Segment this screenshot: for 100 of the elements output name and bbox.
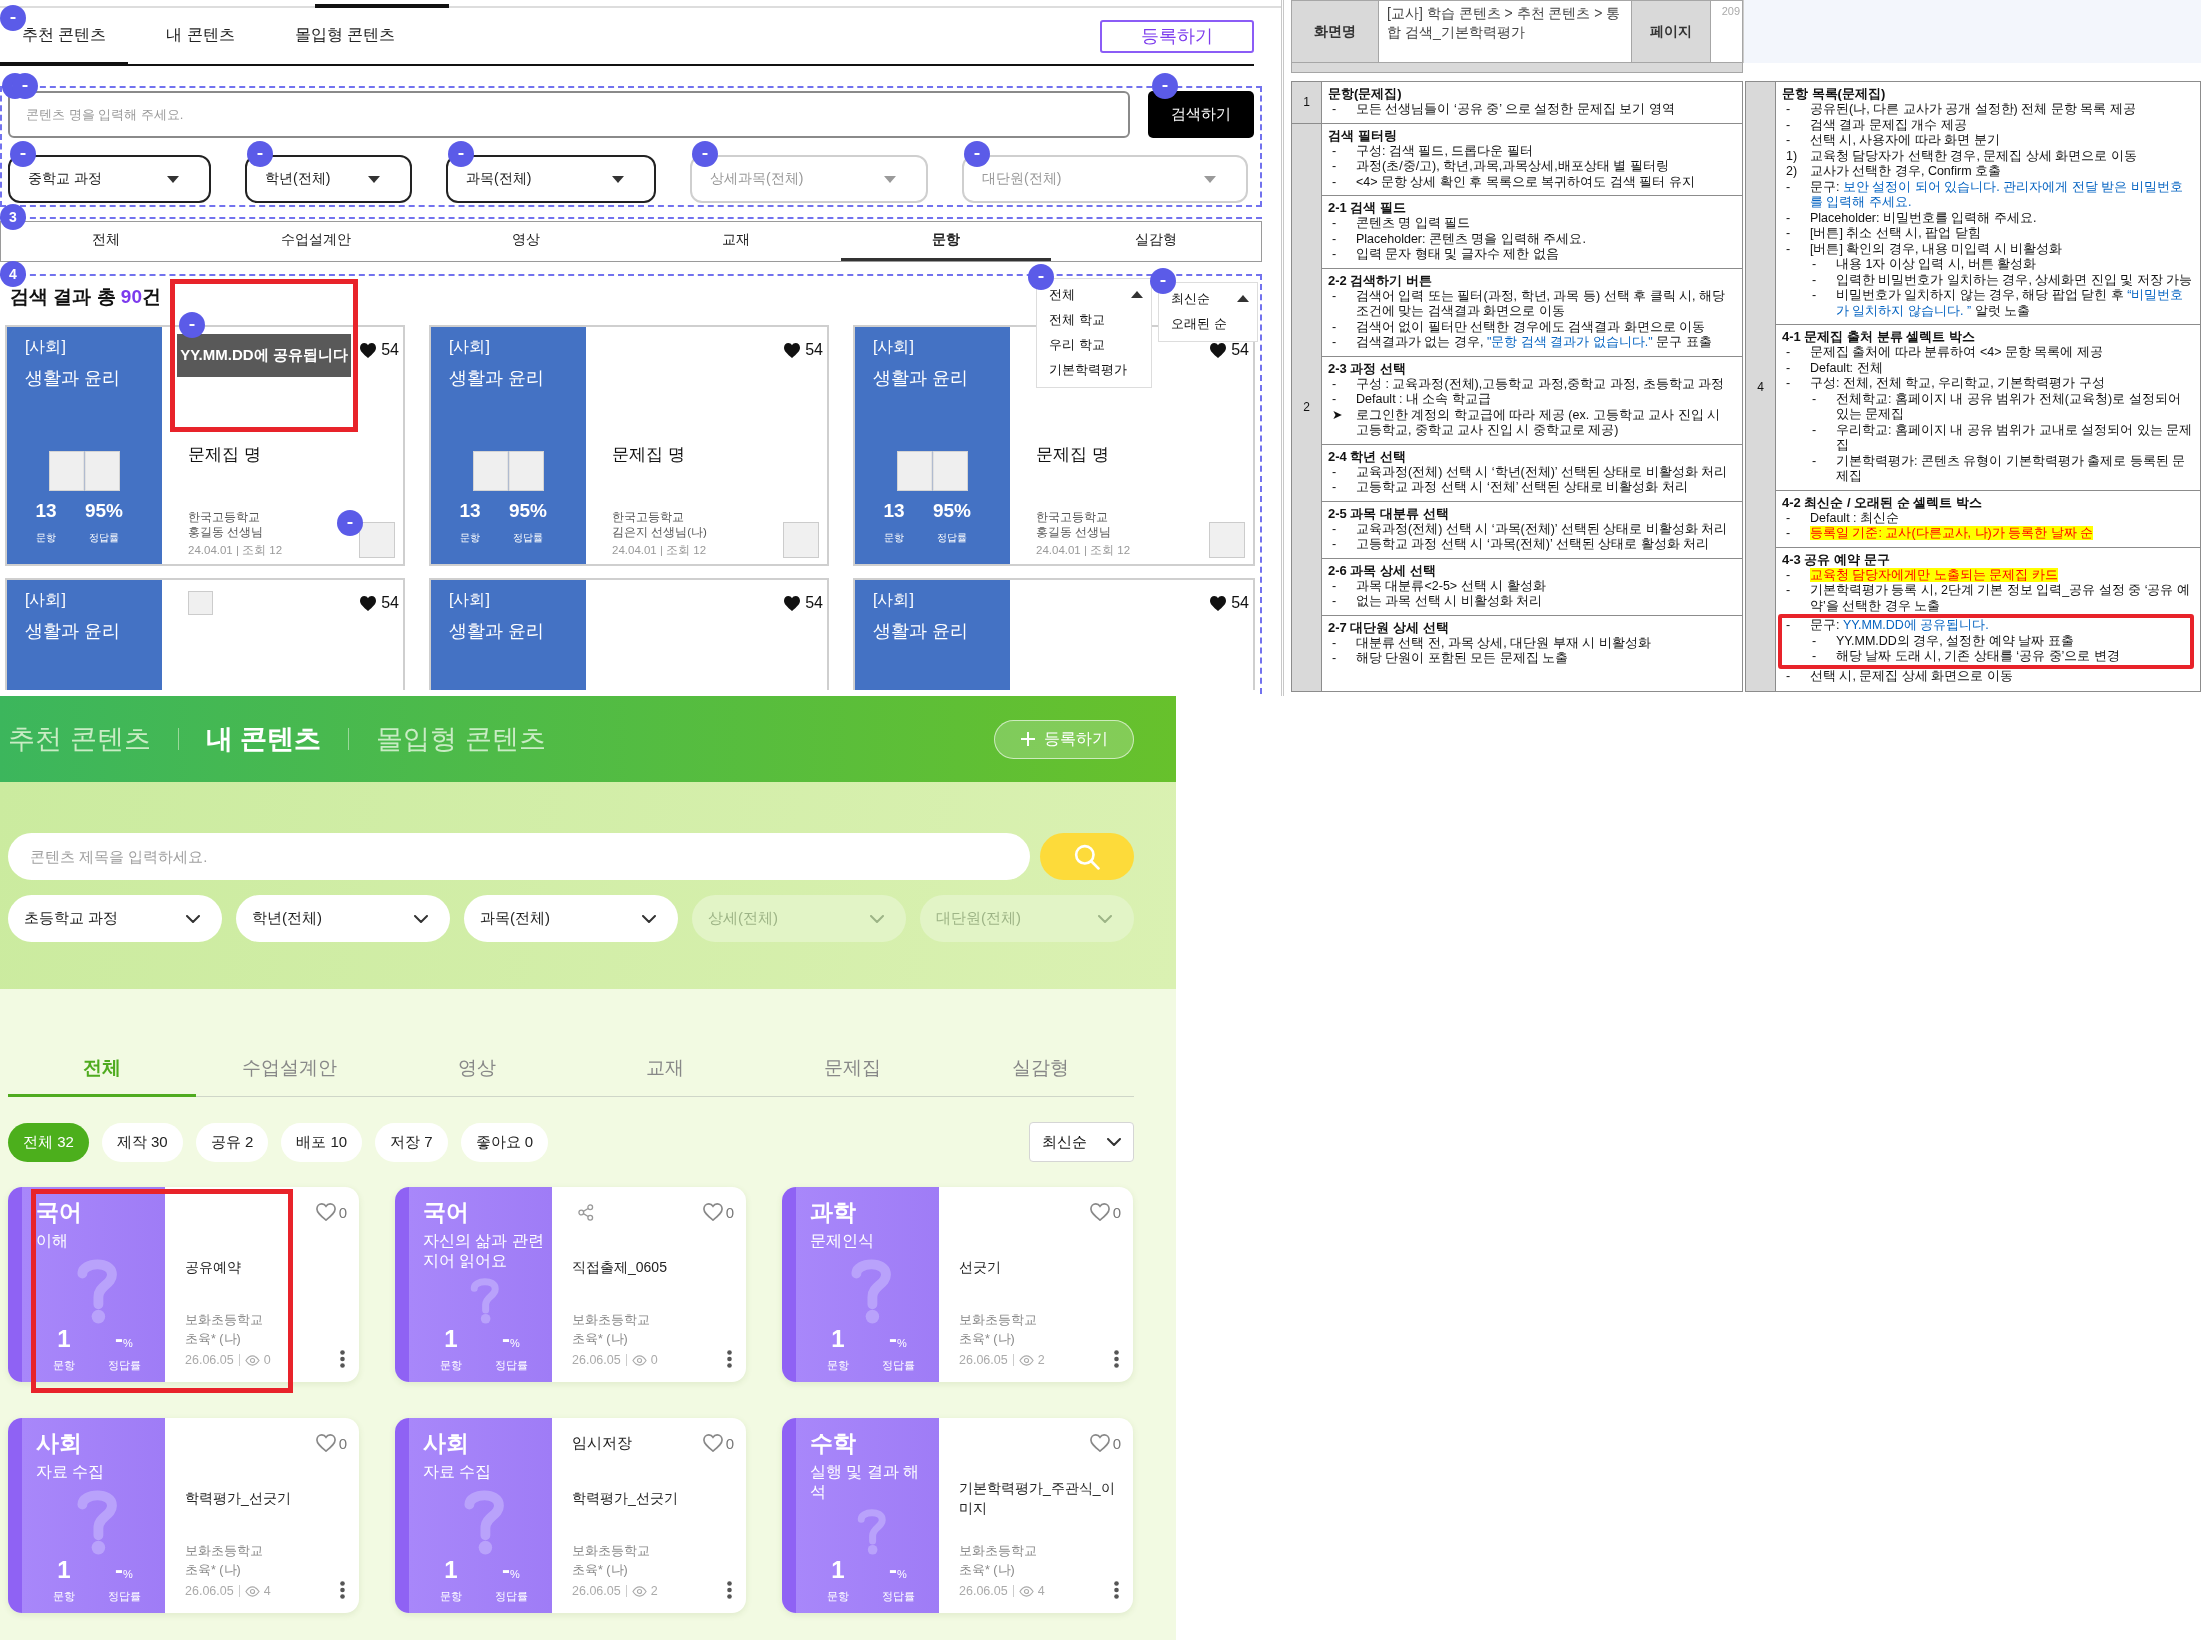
section-title: 문항 목록(문제집) — [1782, 85, 1887, 102]
list-marker: - — [1331, 480, 1338, 496]
dropdown[interactable]: 학년(전체) — [245, 155, 412, 203]
menu-item[interactable]: 기본학력평가 — [1049, 357, 1143, 382]
sort-dropdown[interactable]: 최신순 — [1029, 1122, 1134, 1162]
content-card[interactable]: 국어 자신의 삶과 관련지어 읽어요 1 -% 문항 정답률 0 직접출제_0605 보화초등학교 초육* (나) 26.06.05 0 — [395, 1187, 746, 1382]
content-card[interactable]: 사회 자료 수집 1 -% 문항 정답률 임시저장 0 학력평가_선긋기 보화초등학교 초육* (나) 26.06.05 2 — [395, 1418, 746, 1613]
share-date-tooltip: YY.MM.DD에 공유됩니다 — [177, 334, 351, 377]
dropdown[interactable]: 과목(전체) — [464, 895, 678, 942]
list-marker: 2) — [1785, 164, 1799, 180]
tab[interactable]: 내 콘텐츠 — [144, 8, 257, 66]
content-card[interactable]: 과학 문제인식 1 -% 문항 정답률 0 선긋기 보화초등학교 초육* (나) 26.06.05 2 — [782, 1187, 1133, 1382]
spec-text: YY.MM.DD의 경우, 설정한 예약 날짜 표출 — [1836, 633, 2075, 649]
plus-icon — [1020, 732, 1035, 746]
school-name: 보화초등학교 — [959, 1312, 1038, 1329]
list-marker: - — [1331, 216, 1338, 232]
list-marker: - — [1331, 247, 1338, 263]
heart-icon[interactable] — [784, 342, 801, 358]
kebab-menu-icon[interactable] — [727, 1581, 732, 1599]
unit-label: 생활과 윤리 — [873, 367, 969, 389]
content-card[interactable]: [사회] 생활과 윤리 54 — [5, 578, 405, 690]
search-field[interactable]: 콘텐츠 명을 입력해 주세요. — [8, 91, 1130, 138]
list-marker: - — [1811, 257, 1818, 273]
search-button[interactable]: 검색하기 — [1148, 91, 1254, 138]
like-count: 0 — [725, 1203, 734, 1221]
spec-text: 로그인한 계정의 학교급에 따라 제공 (ex. 고등학교 교사 진입 시 고등학교, 중학교 교사 진입 시 중학교로 제공) — [1356, 407, 1722, 439]
heart-icon[interactable] — [1210, 342, 1227, 358]
spec-text: 기본학력평가 등록 시, 2단계 기본 정보 입력_공유 설정 중 ‘공유 예약’을 선택한 경우 노출 — [1810, 583, 2191, 614]
list-marker: - — [1811, 288, 1818, 304]
search-field[interactable]: 콘텐츠 제목을 입력하세요. — [8, 833, 1030, 880]
tab[interactable]: 수업설계안 — [211, 222, 421, 261]
like-count: 0 — [338, 1434, 347, 1452]
tab[interactable]: 문항 — [841, 222, 1051, 261]
heart-icon[interactable] — [784, 595, 801, 611]
list-marker: - — [1811, 649, 1818, 665]
heart-icon[interactable] — [360, 342, 377, 358]
kebab-menu-icon[interactable] — [340, 1581, 345, 1599]
filter-chip[interactable]: 공유 2 — [195, 1122, 269, 1162]
dropdown-value[interactable]: 전체 — [1049, 282, 1143, 307]
unit-label: 생활과 윤리 — [25, 620, 121, 642]
tab[interactable]: 영상 — [421, 222, 631, 261]
content-card[interactable]: [사회] 생활과 윤리 54 — [853, 578, 1255, 690]
spec-text: 교육과정(전체) 선택 시 ‘과목(전체)’ 선택된 상태로 비활성화 처리 — [1356, 521, 1729, 537]
stat-label: 문항 — [52, 1589, 76, 1603]
question-count: 1 — [830, 1557, 846, 1585]
list-marker: - — [1331, 143, 1338, 159]
search-icon — [1074, 843, 1100, 870]
kebab-menu-icon[interactable] — [340, 1350, 345, 1368]
filter-chip[interactable]: 저장 7 — [375, 1122, 448, 1162]
subject-label: [사회] — [25, 590, 67, 610]
like-count: 54 — [805, 341, 823, 359]
tab[interactable]: 실감형 — [1051, 222, 1261, 261]
tab[interactable]: 추천 콘텐츠 — [0, 8, 129, 66]
spec-text: 검색결과가 없는 경우, "문항 검색 결과가 없습니다." 문구 표출 — [1356, 335, 1713, 351]
subject-label: [사회] — [873, 337, 915, 357]
workbook-title: 문제집 명 — [1036, 445, 1110, 465]
spec-text: 전체학교: 홈페이지 내 공유 범위가 전체(교육청)로 설정되어 있는 문제집 — [1836, 391, 2182, 423]
spec-text: [버튼] 확인의 경우, 내용 미입력 시 비활성화 — [1810, 241, 2064, 257]
register-button[interactable]: 등록하기 — [1100, 19, 1254, 53]
dropdown[interactable]: 중학교 과정 — [8, 155, 211, 203]
kebab-menu-icon[interactable] — [727, 1350, 732, 1368]
heart-icon[interactable] — [1210, 595, 1227, 611]
content-card[interactable]: 수학 실행 및 결과 해석 1 -% 문항 정답률 0 기본학력평가_주관식_이미지 보화초등학교 초육* (나) 26.06.05 4 — [782, 1418, 1133, 1613]
filter-chip[interactable]: 제작 30 — [101, 1122, 183, 1162]
filter-chip[interactable]: 배포 10 — [281, 1122, 363, 1162]
question-count: 13 — [458, 499, 482, 523]
dropdown[interactable]: 초등학교 과정 — [8, 895, 222, 942]
dropdown-value[interactable]: 최신순 — [1171, 286, 1249, 311]
dropdown[interactable]: 과목(전체) — [446, 155, 656, 203]
spec-text: Placeholder: 비밀번호를 입력해 주세요. — [1810, 210, 2038, 226]
view-count: 2 — [1037, 1352, 1045, 1369]
unit-label: 이해 — [36, 1231, 69, 1251]
share-icon[interactable] — [578, 1203, 594, 1221]
content-card[interactable]: [사회] 생활과 윤리 54 — [429, 578, 829, 690]
stat-label: 문항 — [459, 531, 481, 545]
stat-label: 정답률 — [936, 531, 968, 545]
image-placeholder — [897, 451, 968, 491]
filter-chip[interactable]: 좋아요 0 — [460, 1122, 549, 1162]
tab[interactable]: 교재 — [631, 222, 841, 261]
tab[interactable]: 몰입형 콘텐츠 — [272, 8, 418, 66]
content-card[interactable]: [사회] 생활과 윤리 13 95% 문항 정답률 54 문제집 명 한국고등학교 김은지 선생님(나) 24.04.01 | 조회 12 — [429, 325, 829, 566]
kebab-menu-icon[interactable] — [1114, 1350, 1119, 1368]
eye-icon — [1018, 1585, 1034, 1597]
spec-text: 우리학교: 홈페이지 내 공유 범위가 교내로 설정되어 있는 문제집 — [1836, 422, 2194, 454]
content-card[interactable]: 국어 이해 1 -% 문항 정답률 0 공유예약 보화초등학교 초육* (나) 26.06.05 0 — [8, 1187, 359, 1382]
kebab-menu-icon[interactable] — [1114, 1581, 1119, 1599]
view-count: 4 — [263, 1583, 271, 1600]
section-title: 4-3 공유 예약 문구 — [1782, 550, 1891, 568]
spec-text: 문제집 출처에 따라 분류하여 <4> 문항 목록에 제공 — [1810, 345, 2104, 361]
status-label: 임시저장 — [572, 1433, 632, 1453]
stat-label: 정답률 — [880, 1358, 916, 1372]
correct-rate: 95% — [932, 499, 972, 523]
content-card[interactable]: 사회 자료 수집 1 -% 문항 정답률 0 학력평가_선긋기 보화초등학교 초육* (나) 26.06.05 4 — [8, 1418, 359, 1613]
teacher-name: 김은지 선생님(나) — [612, 525, 708, 540]
list-marker: - — [1785, 241, 1792, 257]
list-marker: - — [1811, 422, 1818, 439]
dropdown[interactable]: 학년(전체) — [236, 895, 450, 942]
correct-rate: -% — [114, 1326, 134, 1354]
heart-icon[interactable] — [360, 595, 377, 611]
menu-item[interactable]: 우리 학교 — [1049, 332, 1143, 357]
